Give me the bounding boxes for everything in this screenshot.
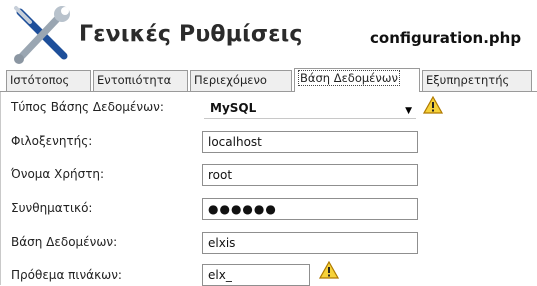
db-type-select[interactable]: MySQL ▼: [202, 97, 418, 119]
database-name-input[interactable]: elxis: [202, 232, 418, 254]
config-filename: configuration.php: [370, 29, 522, 47]
warning-icon: [319, 261, 339, 279]
tab-site[interactable]: Ιστότοπος: [6, 70, 91, 91]
tab-locale[interactable]: Εντοπιότητα: [93, 70, 188, 91]
db-type-value: MySQL: [210, 101, 257, 115]
password-label: Συνθηματικό:: [11, 201, 93, 215]
username-input[interactable]: root: [202, 164, 418, 186]
table-prefix-input[interactable]: elx_: [202, 264, 310, 286]
tab-bar: Ιστότοπος Εντοπιότητα Περιεχόμενο Βάση Δ…: [0, 68, 537, 92]
table-prefix-label: Πρόθεμα πινάκων:: [11, 268, 122, 282]
host-input[interactable]: localhost: [202, 131, 418, 153]
username-label: Όνομα Χρήστη:: [11, 167, 105, 181]
db-type-label: Τύπος Βάσης Δεδομένων:: [11, 100, 164, 114]
warning-icon: [423, 96, 443, 114]
tools-icon: [14, 6, 70, 64]
database-name-label: Βάση Δεδομένων:: [11, 235, 118, 249]
password-input[interactable]: ●●●●●●: [202, 198, 418, 220]
tab-content[interactable]: Περιεχόμενο: [190, 70, 292, 91]
database-settings-panel: Τύπος Βάσης Δεδομένων: MySQL ▼ Φιλοξενητ…: [0, 92, 537, 286]
host-label: Φιλοξενητής:: [11, 134, 93, 148]
tab-server[interactable]: Εξυπηρετητής: [422, 70, 532, 91]
tab-database[interactable]: Βάση Δεδομένων: [294, 68, 420, 92]
select-underline: [204, 118, 416, 119]
header: Γενικές Ρυθμίσεις configuration.php: [0, 0, 537, 68]
page-title: Γενικές Ρυθμίσεις: [79, 22, 303, 47]
